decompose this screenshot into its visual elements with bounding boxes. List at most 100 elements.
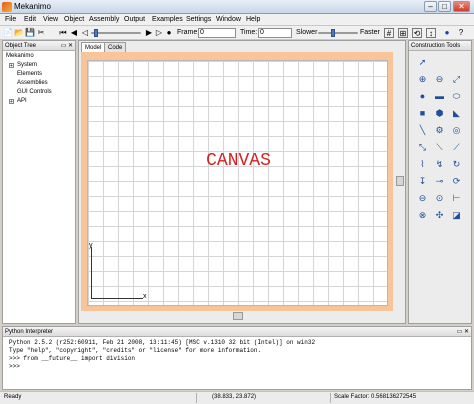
menu-edit[interactable]: Edit xyxy=(24,16,36,23)
time-label: Time: xyxy=(240,29,258,36)
menu-view[interactable]: View xyxy=(43,16,58,23)
record-icon[interactable]: ● xyxy=(164,28,174,38)
vertical-scrollbar[interactable] xyxy=(395,52,405,311)
anchor-tool-icon[interactable]: ✣ xyxy=(433,209,446,222)
zoom-fit-icon[interactable]: ⤢ xyxy=(450,73,463,86)
hinge-tool-icon[interactable]: ↻ xyxy=(450,158,463,171)
fixed-joint-icon[interactable]: ⊖ xyxy=(416,192,429,205)
horizontal-scrollbar[interactable] xyxy=(81,311,393,321)
construction-tools-panel: Construction Tools ➚ ⊕ ⊖ ⤢ ● ▬ ⬭ ■ ⬢ ◣ ╲… xyxy=(408,40,472,324)
status-text: Ready xyxy=(4,394,22,400)
new-file-icon[interactable]: 📄 xyxy=(3,28,13,38)
construction-tools-title: Construction Tools xyxy=(411,43,461,49)
tree-item-gui-controls[interactable]: GUI Controls xyxy=(17,89,52,95)
panel-close-icon[interactable]: ▭ ✕ xyxy=(457,327,469,337)
rotate-toggle-icon[interactable]: ⟲ xyxy=(412,28,422,38)
axis-joint-icon[interactable]: ⊢ xyxy=(450,192,463,205)
grid-toggle-icon[interactable]: # xyxy=(384,28,394,38)
snap-toggle-icon[interactable]: ⊞ xyxy=(398,28,408,38)
console-line: >>> from __future__ import division xyxy=(9,355,136,362)
frame-field[interactable]: 0 xyxy=(198,28,236,38)
canvas-grid[interactable]: CANVAS y x xyxy=(87,60,388,306)
tab-model[interactable]: Model xyxy=(81,42,106,52)
menu-settings[interactable]: Settings xyxy=(186,16,211,23)
play-reverse-icon[interactable]: ◁ xyxy=(80,28,90,38)
menu-assembly[interactable]: Assembly xyxy=(89,16,119,23)
triangle-tool-icon[interactable]: ◣ xyxy=(450,107,463,120)
x-axis-label: x xyxy=(143,293,147,300)
slider-joint-icon[interactable]: ⟋ xyxy=(450,141,463,154)
open-folder-icon[interactable]: 📂 xyxy=(14,28,24,38)
pin-joint-icon[interactable]: ⤡ xyxy=(416,141,429,154)
timeline-slider-thumb[interactable] xyxy=(94,29,98,37)
tree-item-elements[interactable]: Elements xyxy=(17,71,42,77)
status-bar: Ready (38.833, 23.872) Scale Factor: 0.5… xyxy=(0,391,474,404)
scale-factor: Scale Factor: 0.568136272545 xyxy=(334,394,417,400)
time-field[interactable]: 0 xyxy=(258,28,292,38)
canvas-frame: CANVAS y x xyxy=(81,52,393,311)
tab-code[interactable]: Code xyxy=(104,42,127,52)
polygon-tool-icon[interactable]: ⬭ xyxy=(450,90,463,103)
expand-icon[interactable]: + xyxy=(9,99,14,105)
slower-label: Slower xyxy=(296,29,318,36)
menu-output[interactable]: Output xyxy=(124,16,145,23)
hexagon-tool-icon[interactable]: ⬢ xyxy=(433,107,446,120)
gear-tool-icon[interactable]: ⚙ xyxy=(433,124,446,137)
menu-examples[interactable]: Examples xyxy=(152,16,183,23)
body-tool-icon[interactable]: ◪ xyxy=(450,209,463,222)
cut-icon[interactable]: ✂ xyxy=(36,28,46,38)
step-back-icon[interactable]: ◀ xyxy=(69,28,79,38)
vertical-scroll-thumb[interactable] xyxy=(396,176,404,186)
measure-tool-icon[interactable]: ⊗ xyxy=(416,209,429,222)
object-tree-title: Object Tree xyxy=(5,43,37,49)
square-tool-icon[interactable]: ■ xyxy=(416,107,429,120)
speed-slider[interactable] xyxy=(318,32,358,34)
close-button[interactable]: ✕ xyxy=(453,1,470,12)
spiral-tool-icon[interactable]: ◎ xyxy=(450,124,463,137)
horizontal-scroll-thumb[interactable] xyxy=(233,312,243,320)
construction-tools-header: Construction Tools xyxy=(409,41,471,51)
color-dot-icon[interactable]: ● xyxy=(442,28,452,38)
menu-bar: File Edit View Object Assembly Output Ex… xyxy=(0,14,474,26)
python-interpreter-title: Python Interpreter xyxy=(5,329,54,335)
play-icon[interactable]: ▶ xyxy=(144,28,154,38)
save-icon[interactable]: 💾 xyxy=(25,28,35,38)
rectangle-tool-icon[interactable]: ▬ xyxy=(433,90,446,103)
spring-tool-icon[interactable]: ⌇ xyxy=(416,158,429,171)
torque-tool-icon[interactable]: ⟳ xyxy=(450,175,463,188)
menu-window[interactable]: Window xyxy=(216,16,241,23)
line-tool-icon[interactable]: ╲ xyxy=(416,124,429,137)
tree-item-assemblies[interactable]: Assemblies xyxy=(17,80,48,86)
circle-tool-icon[interactable]: ● xyxy=(416,90,429,103)
tree-item-system[interactable]: System xyxy=(17,62,37,68)
editor-area: Model Code CANVAS y x xyxy=(78,40,406,324)
timeline-slider[interactable] xyxy=(91,32,141,34)
minimize-button[interactable]: – xyxy=(424,1,437,12)
weld-joint-icon[interactable]: ⊙ xyxy=(433,192,446,205)
motor-tool-icon[interactable]: ⊸ xyxy=(433,175,446,188)
status-separator xyxy=(196,393,197,403)
menu-help[interactable]: Help xyxy=(246,16,260,23)
rewind-start-icon[interactable]: ⏮ xyxy=(58,28,68,38)
menu-file[interactable]: File xyxy=(5,16,16,23)
toolbar: 📄 📂 💾 ✂ ⏮ ◀ ◁ ▶ ▷ ● Frame: 0 Time: 0 Slo… xyxy=(0,26,474,40)
menu-object[interactable]: Object xyxy=(64,16,84,23)
axes-toggle-icon[interactable]: ↕ xyxy=(426,28,436,38)
cursor-coordinates: (38.833, 23.872) xyxy=(212,394,257,400)
speed-slider-thumb[interactable] xyxy=(330,29,335,37)
panel-close-icon[interactable]: ▭ ✕ xyxy=(61,41,73,51)
console-prompt[interactable]: >>> xyxy=(9,363,20,370)
step-forward-icon[interactable]: ▷ xyxy=(154,28,164,38)
force-tool-icon[interactable]: ↧ xyxy=(416,175,429,188)
zoom-out-icon[interactable]: ⊖ xyxy=(433,73,446,86)
pointer-icon[interactable]: ➚ xyxy=(416,56,429,69)
rope-tool-icon[interactable]: ↯ xyxy=(433,158,446,171)
tree-root[interactable]: Mekanimo xyxy=(6,53,34,59)
zoom-in-icon[interactable]: ⊕ xyxy=(416,73,429,86)
tree-item-api[interactable]: API xyxy=(17,98,27,104)
help-icon[interactable]: ? xyxy=(456,28,466,38)
maximize-button[interactable]: □ xyxy=(438,1,451,12)
expand-icon[interactable]: + xyxy=(9,63,14,69)
object-tree-panel: Object Tree ▭ ✕ Mekanimo + System Element… xyxy=(2,40,76,324)
link-tool-icon[interactable]: ⟍ xyxy=(433,141,446,154)
